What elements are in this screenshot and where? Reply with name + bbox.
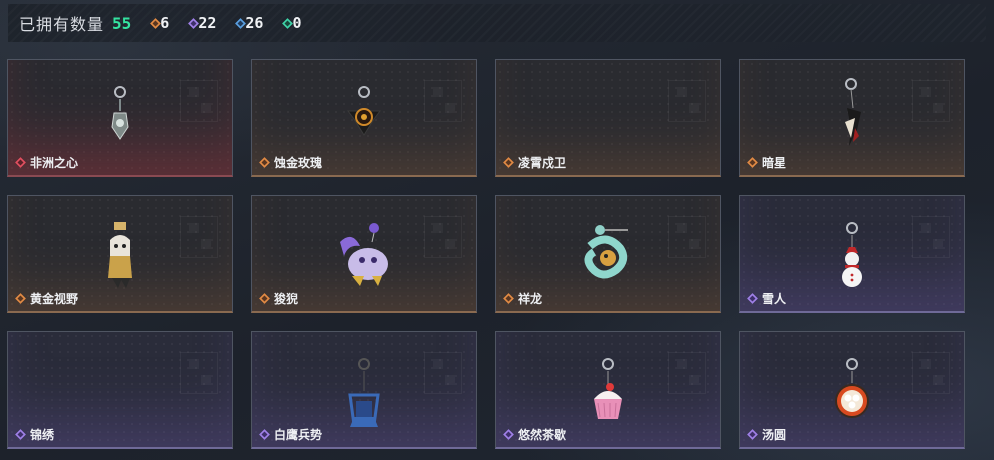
orange-rarity-icon xyxy=(151,19,160,28)
card-decoration xyxy=(424,216,462,258)
card-decoration xyxy=(180,216,218,258)
stat-green: 0 xyxy=(283,14,301,32)
charm-name: 黄金视野 xyxy=(30,292,79,306)
orange-rarity-icon xyxy=(748,158,757,167)
card-decoration xyxy=(912,80,950,122)
card-decoration xyxy=(668,352,706,394)
card-decoration xyxy=(668,80,706,122)
orange-rarity-icon xyxy=(504,294,513,303)
charm-card-lingxiaoshuwei[interactable]: 凌霄戍卫 xyxy=(495,59,721,177)
card-decoration xyxy=(424,352,462,394)
charm-name: 白鹰兵势 xyxy=(274,428,323,442)
stat-purple: 22 xyxy=(189,14,216,32)
red-rarity-icon xyxy=(16,158,25,167)
charm-card-suanni[interactable]: 狻猊 xyxy=(251,195,477,313)
charm-card-tangyuan[interactable]: 汤圆 xyxy=(739,331,965,449)
stat-green-value: 0 xyxy=(292,14,302,32)
orange-rarity-icon xyxy=(260,294,269,303)
owned-count-value: 55 xyxy=(112,13,132,33)
charm-card-youranchaxie[interactable]: 悠然茶歇 xyxy=(495,331,721,449)
charm-card-feizhouzhixin[interactable]: 非洲之心 xyxy=(7,59,233,177)
orange-rarity-icon xyxy=(16,294,25,303)
charm-name: 悠然茶歇 xyxy=(518,428,567,442)
charm-name: 暗星 xyxy=(762,156,787,170)
charm-name: 蚀金玫瑰 xyxy=(274,156,323,170)
charm-name: 雪人 xyxy=(762,292,787,306)
charm-name: 狻猊 xyxy=(274,292,299,306)
purple-rarity-icon xyxy=(16,430,25,439)
tangyuan-charm-icon xyxy=(832,358,872,425)
card-decoration xyxy=(668,216,706,258)
card-decoration xyxy=(912,352,950,394)
charm-name: 锦绣 xyxy=(30,428,55,442)
lion-charm-icon xyxy=(334,222,394,292)
charm-name: 非洲之心 xyxy=(30,156,79,170)
purple-rarity-icon xyxy=(504,430,513,439)
heart-charm-icon xyxy=(110,86,130,145)
purple-rarity-icon xyxy=(748,430,757,439)
stat-blue: 26 xyxy=(236,14,263,32)
owned-count-label: 已拥有数量 xyxy=(19,15,105,34)
card-decoration xyxy=(180,352,218,394)
card-decoration xyxy=(180,80,218,122)
green-rarity-icon xyxy=(283,19,292,28)
stat-blue-value: 26 xyxy=(245,14,264,32)
white-hawk-charm-icon xyxy=(344,358,384,435)
charm-name: 祥龙 xyxy=(518,292,543,306)
purple-rarity-icon xyxy=(748,294,757,303)
charm-card-xianglong[interactable]: 祥龙 xyxy=(495,195,721,313)
snowman-charm-icon xyxy=(839,222,865,295)
card-decoration xyxy=(424,80,462,122)
orange-rarity-icon xyxy=(260,158,269,167)
stat-orange: 6 xyxy=(151,14,169,32)
charm-card-huangjinshiye[interactable]: 黄金视野 xyxy=(7,195,233,313)
charm-name: 汤圆 xyxy=(762,428,787,442)
orange-rarity-icon xyxy=(504,158,513,167)
charm-card-jinxiu[interactable]: 锦绣 xyxy=(7,331,233,449)
blue-rarity-icon xyxy=(236,19,245,28)
rose-charm-icon xyxy=(342,86,386,143)
purple-rarity-icon xyxy=(189,19,198,28)
stat-orange-value: 6 xyxy=(160,14,170,32)
charm-card-shijinmeigui[interactable]: 蚀金玫瑰 xyxy=(251,59,477,177)
card-decoration xyxy=(912,216,950,258)
golden-vision-charm-icon xyxy=(102,222,138,296)
purple-rarity-icon xyxy=(260,430,269,439)
collection-header: 已拥有数量 55 6 22 26 0 xyxy=(8,4,986,42)
charm-name: 凌霄戍卫 xyxy=(518,156,567,170)
cupcake-charm-icon xyxy=(588,358,628,427)
charm-card-baiyingbingshi[interactable]: 白鹰兵势 xyxy=(251,331,477,449)
charm-card-anxing[interactable]: 暗星 xyxy=(739,59,965,177)
dark-star-charm-icon xyxy=(837,78,867,154)
dragon-charm-icon xyxy=(580,224,636,288)
stat-purple-value: 22 xyxy=(198,14,217,32)
charm-card-xueren[interactable]: 雪人 xyxy=(739,195,965,313)
